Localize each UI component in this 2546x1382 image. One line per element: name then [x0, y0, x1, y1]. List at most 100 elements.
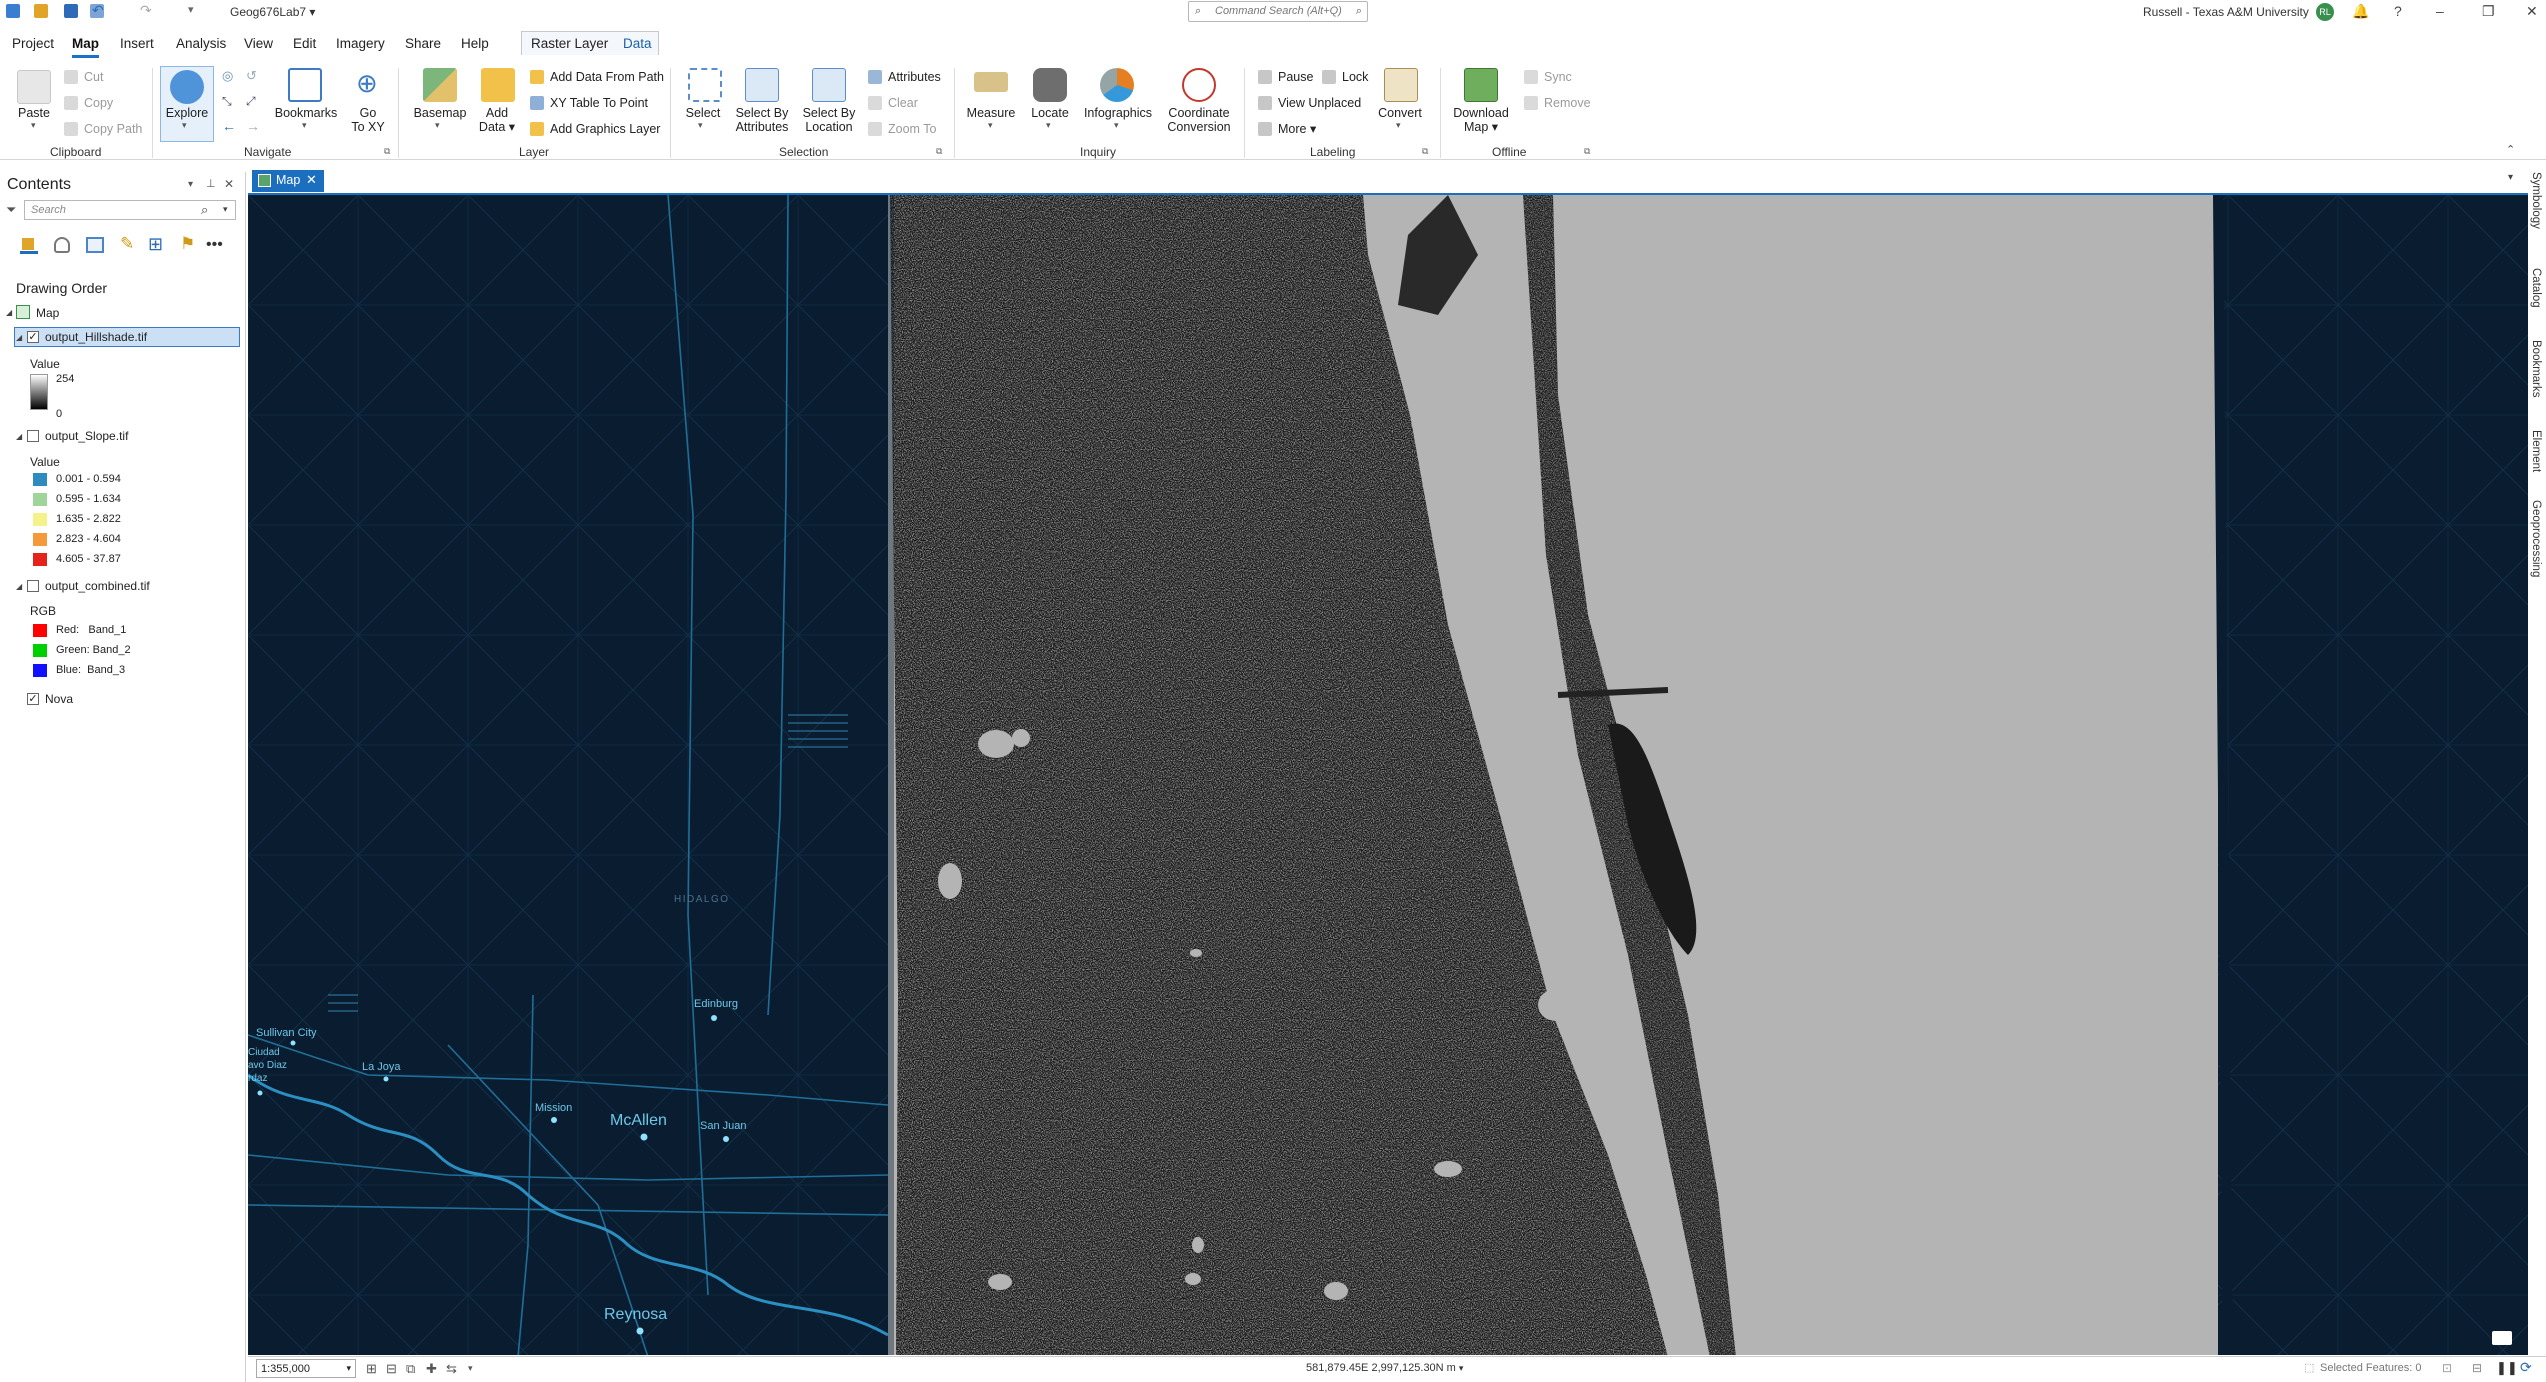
coordinate-conversion-button[interactable]: Coordinate Conversion	[1162, 106, 1236, 134]
side-tab-bookmarks[interactable]: Bookmarks	[2530, 340, 2542, 398]
convert-labels-icon[interactable]	[1384, 68, 1418, 102]
rgb-band-swatch[interactable]	[33, 664, 47, 677]
open-project-icon[interactable]	[34, 4, 48, 18]
select-by-attributes-icon[interactable]	[745, 68, 779, 102]
list-by-data-source-icon[interactable]	[54, 237, 70, 253]
fixed-zoom-in-icon[interactable]: ↺	[246, 68, 257, 84]
lock-labels-button[interactable]: Lock	[1342, 70, 1368, 84]
previous-extent-icon[interactable]: ←	[222, 118, 236, 134]
pause-labels-button[interactable]: Pause	[1278, 70, 1313, 84]
map-canvas[interactable]: HIDALGO Edinburg Sullivan City Ciudad av…	[248, 195, 2528, 1355]
list-by-labeling-icon[interactable]: ⚑	[180, 234, 195, 254]
auto-hide-icon[interactable]: ⊥	[206, 177, 216, 190]
infographics-dropdown-icon[interactable]: ▾	[1114, 120, 1119, 131]
tab-map[interactable]: Map	[72, 36, 99, 58]
tab-help[interactable]: Help	[461, 36, 489, 51]
new-project-icon[interactable]	[6, 4, 20, 18]
more-options-icon[interactable]: •••	[206, 236, 223, 254]
side-tab-catalog[interactable]: Catalog	[2530, 268, 2542, 308]
search-options-icon[interactable]: ▾	[223, 204, 228, 215]
expand-slope-icon[interactable]: ◢	[16, 432, 22, 441]
chat-feedback-icon[interactable]	[2492, 1331, 2512, 1345]
selection-launcher-icon[interactable]: ⧉	[936, 146, 942, 157]
basemap-dropdown-icon[interactable]: ▾	[435, 120, 440, 131]
nova-visibility-checkbox[interactable]: ✓	[27, 693, 39, 705]
pane-options-icon[interactable]: ▾	[188, 179, 193, 190]
map-node-label[interactable]: Map	[36, 306, 59, 320]
paste-button[interactable]: Paste	[14, 106, 54, 120]
slope-class-swatch[interactable]	[33, 513, 47, 526]
avatar[interactable]: RL	[2316, 3, 2334, 21]
slope-class-swatch[interactable]	[33, 473, 47, 486]
full-extent-icon[interactable]: ◎	[222, 68, 233, 84]
bookmarks-icon[interactable]	[288, 68, 322, 102]
basemap-icon[interactable]	[423, 68, 457, 102]
locate-dropdown-icon[interactable]: ▾	[1046, 120, 1051, 131]
tab-share[interactable]: Share	[405, 36, 441, 51]
rgb-band-swatch[interactable]	[33, 624, 47, 637]
select-by-location-button[interactable]: Select By Location	[798, 106, 860, 134]
minimize-icon[interactable]: –	[2436, 3, 2444, 19]
cut-button[interactable]: Cut	[84, 70, 103, 84]
notifications-icon[interactable]: 🔔	[2352, 3, 2369, 20]
copy-path-button[interactable]: Copy Path	[84, 122, 142, 136]
redo-icon[interactable]: ↷	[140, 2, 152, 19]
convert-labels-button[interactable]: Convert	[1372, 106, 1428, 120]
grid-icon[interactable]: ⊟	[386, 1361, 397, 1377]
nova-layer-name[interactable]: Nova	[45, 692, 73, 706]
labeling-launcher-icon[interactable]: ⧉	[1422, 146, 1428, 157]
convert-dropdown-icon[interactable]: ▾	[1396, 120, 1401, 131]
select-by-location-icon[interactable]	[812, 68, 846, 102]
bookmarks-dropdown-icon[interactable]: ▾	[302, 120, 307, 131]
combined-visibility-checkbox[interactable]	[27, 580, 39, 592]
select-by-attributes-button[interactable]: Select By Attributes	[732, 106, 792, 134]
download-map-icon[interactable]	[1464, 68, 1498, 102]
tab-view[interactable]: View	[244, 36, 273, 51]
basemap-button[interactable]: Basemap	[410, 106, 470, 120]
explore-dropdown-icon[interactable]: ▾	[182, 120, 187, 131]
help-icon[interactable]: ?	[2394, 3, 2402, 19]
restore-icon[interactable]: ❐	[2482, 3, 2495, 20]
add-data-icon[interactable]	[481, 68, 515, 102]
download-map-button[interactable]: Download Map ▾	[1448, 106, 1514, 134]
coordinate-conversion-icon[interactable]	[1182, 68, 1216, 102]
infographics-button[interactable]: Infographics	[1080, 106, 1156, 120]
select-dropdown-icon[interactable]: ▾	[698, 120, 703, 131]
expand-hillshade-icon[interactable]: ◢	[16, 333, 22, 342]
go-to-xy-button[interactable]: Go To XY	[348, 106, 388, 134]
refresh-icon[interactable]: ⟳	[2520, 1359, 2532, 1376]
paste-icon[interactable]	[17, 70, 51, 104]
list-by-selection-icon[interactable]	[86, 237, 104, 253]
zoom-to-button[interactable]: Zoom To	[888, 122, 936, 136]
customize-toolbar-icon[interactable]: ▾	[188, 3, 194, 16]
side-tab-geoprocessing[interactable]: Geoprocessing	[2530, 500, 2542, 577]
slope-layer-name[interactable]: output_Slope.tif	[45, 429, 128, 443]
list-by-snapping-icon[interactable]: ⊞	[148, 234, 163, 255]
view-unplaced-button[interactable]: View Unplaced	[1278, 96, 1361, 110]
tab-insert[interactable]: Insert	[120, 36, 154, 51]
sync-button[interactable]: Sync	[1544, 70, 1572, 84]
snapping-icon[interactable]: ⧉	[406, 1361, 415, 1377]
clear-selection-icon[interactable]: ⊡	[2442, 1361, 2452, 1375]
bookmarks-button[interactable]: Bookmarks	[272, 106, 340, 120]
signed-in-user[interactable]: Russell - Texas A&M University	[2143, 5, 2309, 19]
list-by-drawing-order-icon[interactable]	[20, 236, 38, 254]
explore-button[interactable]: Explore	[160, 106, 214, 120]
tab-edit[interactable]: Edit	[293, 36, 316, 51]
add-graphics-layer-button[interactable]: Add Graphics Layer	[550, 122, 660, 136]
undo-icon[interactable]: ↶	[92, 2, 104, 19]
save-icon[interactable]	[64, 4, 78, 18]
remove-button[interactable]: Remove	[1544, 96, 1591, 110]
explore-icon[interactable]	[170, 70, 204, 104]
measure-icon[interactable]	[974, 72, 1008, 92]
go-to-xy-icon[interactable]: ⊕	[356, 68, 378, 99]
infographics-icon[interactable]	[1100, 68, 1134, 102]
add-data-from-path-button[interactable]: Add Data From Path	[550, 70, 664, 84]
map-scale-select[interactable]: 1:355,000 ▾	[256, 1359, 356, 1378]
command-search-options-icon[interactable]: ⌕	[1356, 5, 1362, 18]
slope-visibility-checkbox[interactable]	[27, 430, 39, 442]
map-view[interactable]: HIDALGO Edinburg Sullivan City Ciudad av…	[248, 193, 2528, 1355]
correction-icon[interactable]: ✚	[426, 1361, 437, 1377]
select-icon[interactable]	[688, 68, 722, 102]
close-window-icon[interactable]: ✕	[2526, 3, 2538, 20]
